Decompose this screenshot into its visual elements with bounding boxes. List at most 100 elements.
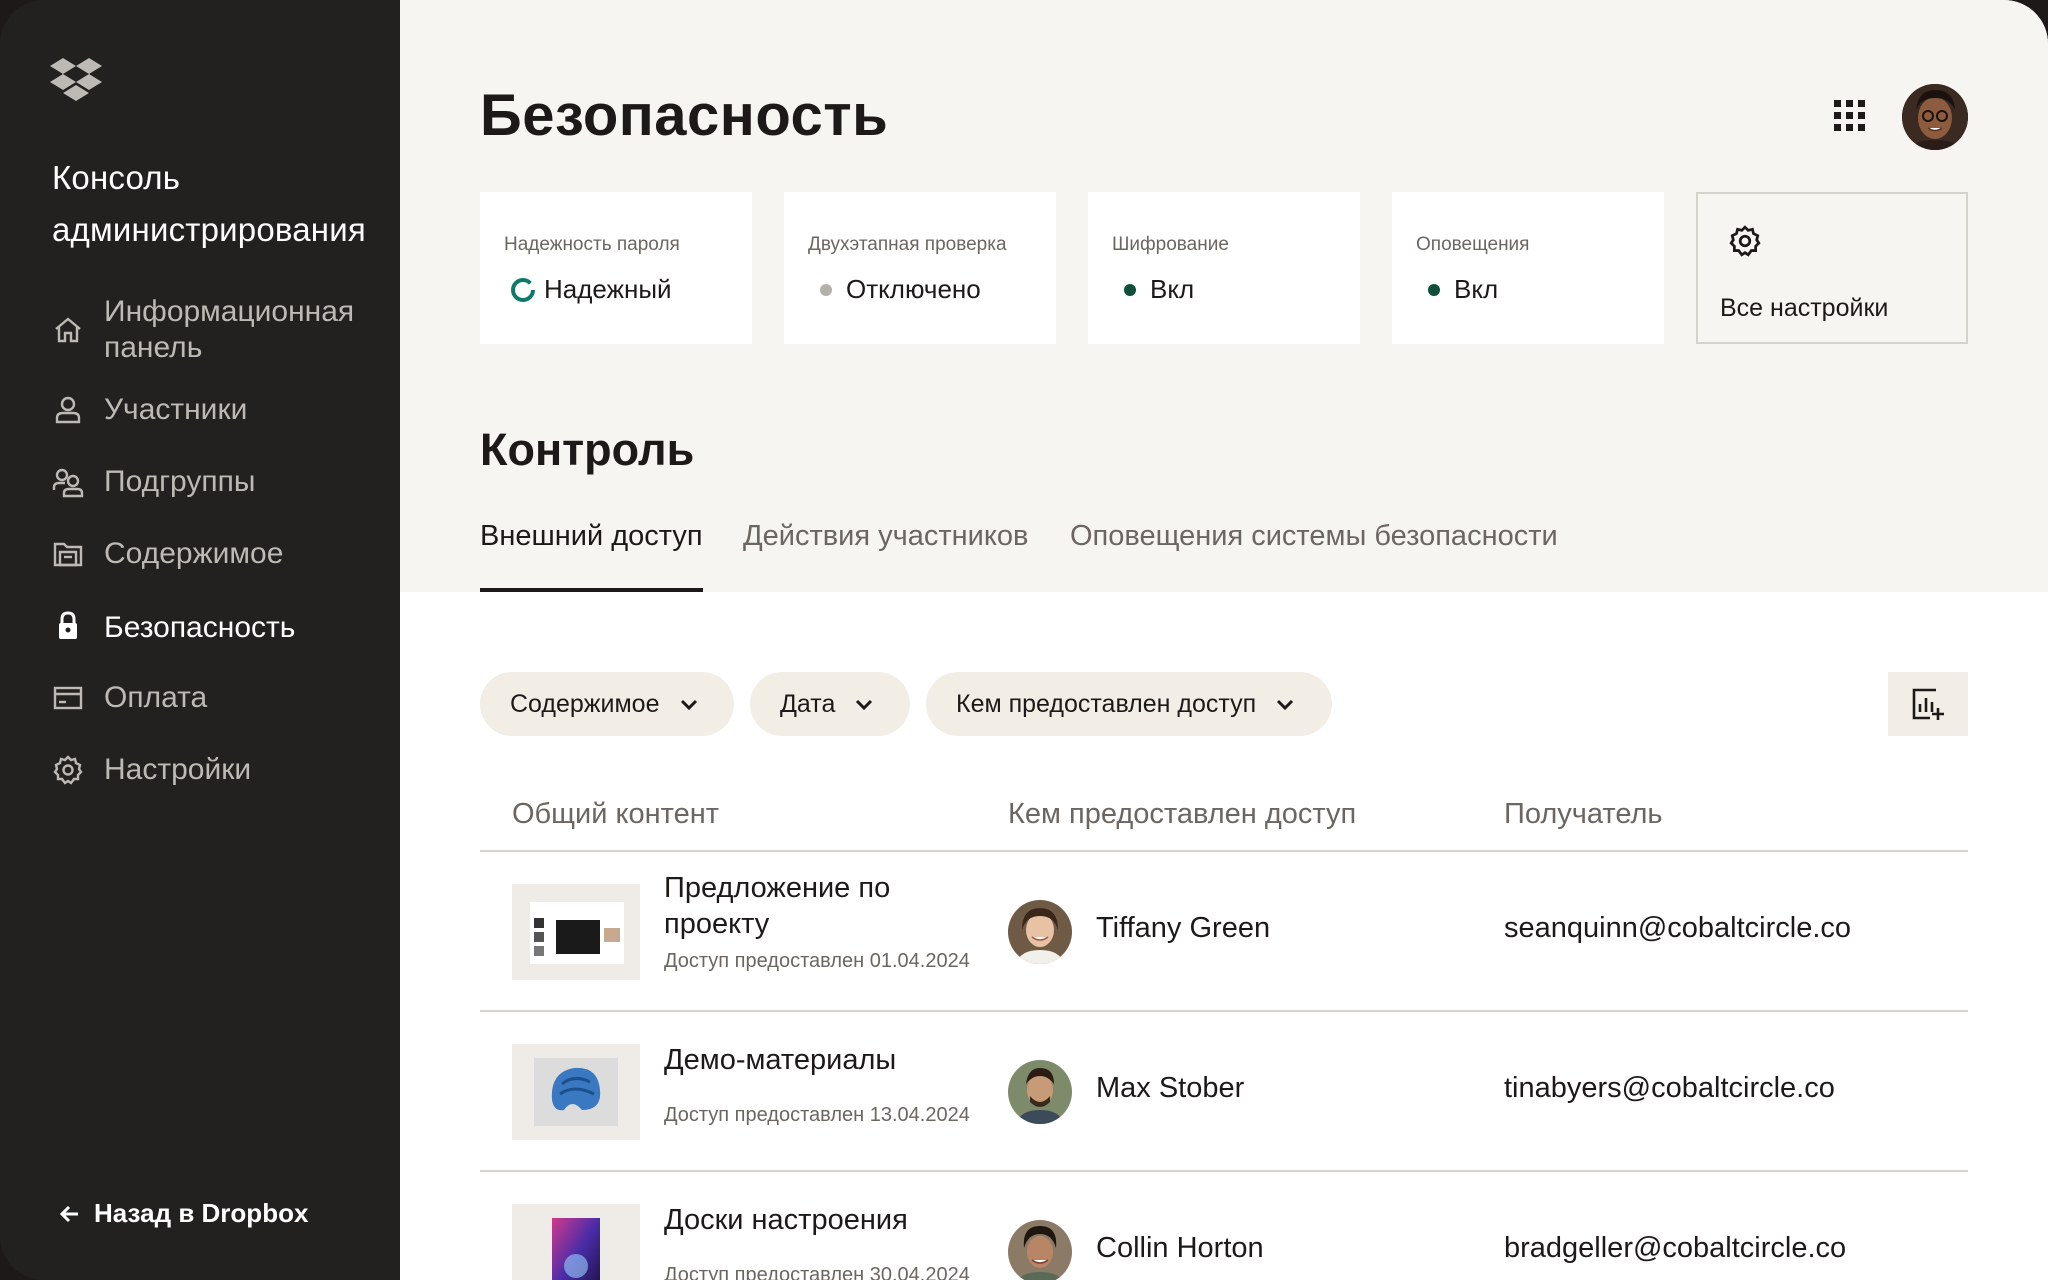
group-icon	[52, 468, 84, 498]
sidebar-item-label: Оплата	[104, 681, 208, 714]
sidebar-item-groups[interactable]: Подгруппы	[0, 462, 400, 502]
page-title: Безопасность	[480, 83, 889, 148]
sharer-avatar	[1008, 1060, 1072, 1124]
home-icon	[55, 317, 81, 343]
password-strength-card: Надежность пароля Надежный	[480, 192, 752, 344]
sidebar-item-label: Подгруппы	[104, 465, 256, 498]
shared-date: Доступ предоставлен 01.04.2024	[664, 950, 970, 972]
moodboard-thumbnail-icon	[512, 1204, 640, 1280]
card-value: Вкл	[1112, 274, 1194, 305]
encryption-card: Шифрование Вкл	[1088, 192, 1360, 344]
sidebar-item-settings[interactable]: Настройки	[0, 750, 400, 790]
column-header-recipient[interactable]: Получатель	[1504, 798, 1663, 831]
shared-date: Доступ предоставлен 13.04.2024	[664, 1104, 970, 1126]
avatar-face-icon	[1008, 1220, 1072, 1280]
chevron-down-icon	[1277, 699, 1294, 711]
filter-label: Кем предоставлен доступ	[956, 689, 1257, 718]
header-area: Безопасность Надежность пароля Надежный …	[400, 0, 2048, 592]
table-row[interactable]: Демо-материалы Доступ предоставлен 13.04…	[480, 1012, 1968, 1172]
sidebar-item-label: Безопасность	[104, 611, 296, 644]
gear-icon	[1729, 225, 1761, 257]
apps-grid-icon[interactable]	[1830, 96, 1870, 136]
sharer-name: Tiffany Green	[1096, 912, 1271, 944]
chevron-down-icon	[680, 699, 697, 711]
tab-external-access[interactable]: Внешний доступ	[480, 520, 703, 592]
lock-icon	[59, 611, 77, 639]
status-dot-icon	[820, 283, 832, 296]
card-label: Двухэтапная проверка	[808, 234, 1007, 255]
encryption-value: Вкл	[1150, 274, 1195, 304]
recipient-email: bradgeller@cobaltcircle.co	[1504, 1232, 1847, 1264]
console-title: Консоль администрирования	[52, 159, 366, 248]
sharer-avatar	[1008, 900, 1072, 964]
filter-shared-by-dropdown[interactable]: Кем предоставлен доступ	[926, 672, 1332, 736]
sharer-avatar	[1008, 1220, 1072, 1280]
file-thumbnail	[512, 1204, 640, 1280]
sidebar-item-billing[interactable]: Оплата	[0, 678, 400, 718]
shared-date: Доступ предоставлен 30.04.2024	[664, 1264, 970, 1280]
status-dot-icon	[1124, 283, 1136, 296]
card-label: Шифрование	[1112, 234, 1229, 255]
file-name[interactable]: Доски настроения	[664, 1202, 994, 1238]
gear-icon	[53, 755, 83, 785]
card-label: Надежность пароля	[504, 234, 680, 255]
avatar-face-icon	[1008, 1060, 1072, 1124]
card-label: Оповещения	[1416, 234, 1530, 255]
avatar-face-icon	[1008, 900, 1072, 964]
3d-shape-thumbnail-icon	[512, 1044, 640, 1140]
sidebar-item-label: Участники	[104, 393, 248, 426]
sharer-name: Max Stober	[1096, 1072, 1245, 1104]
table-row[interactable]: Доски настроения Доступ предоставлен 30.…	[480, 1172, 1968, 1280]
two-step-value: Отключено	[846, 274, 981, 304]
sharer-name: Collin Horton	[1096, 1232, 1264, 1264]
sidebar-item-label: Информационная панель	[104, 295, 355, 364]
file-name[interactable]: Предложение по проекту	[664, 870, 994, 942]
alerts-card: Оповещения Вкл	[1392, 192, 1664, 344]
column-header-shared-by[interactable]: Кем предоставлен доступ	[1008, 798, 1356, 831]
sidebar-item-label: Настройки	[104, 753, 252, 786]
tab-member-actions[interactable]: Действия участников	[743, 520, 1028, 592]
dropbox-logo-icon[interactable]	[50, 56, 102, 102]
recipient-email: seanquinn@cobaltcircle.co	[1504, 912, 1852, 944]
strength-ring-icon	[511, 277, 535, 302]
billing-icon	[53, 686, 83, 710]
arrow-left-icon	[59, 1205, 78, 1222]
back-label: Назад в Dropbox	[94, 1198, 309, 1228]
person-icon	[55, 396, 81, 424]
all-settings-label: Все настройки	[1720, 294, 1889, 322]
card-value: Вкл	[1416, 274, 1498, 305]
sidebar-item-dashboard[interactable]: Информационная панель	[0, 290, 400, 372]
sidebar-item-members[interactable]: Участники	[0, 390, 400, 430]
filter-content-dropdown[interactable]: Содержимое	[480, 672, 734, 736]
recipient-email: tinabyers@cobaltcircle.co	[1504, 1072, 1835, 1104]
table-row[interactable]: Предложение по проекту Доступ предоставл…	[480, 852, 1968, 1012]
card-value: Надежный	[504, 274, 672, 305]
export-report-button[interactable]	[1888, 672, 1968, 736]
filter-date-dropdown[interactable]: Дата	[750, 672, 910, 736]
alerts-value: Вкл	[1454, 274, 1499, 304]
main-content: Безопасность Надежность пароля Надежный …	[400, 0, 2048, 1280]
back-to-dropbox-link[interactable]: Назад в Dropbox	[58, 1198, 308, 1229]
folder-icon	[53, 542, 83, 567]
control-tabs: Внешний доступ Действия участников Опове…	[480, 520, 1968, 592]
profile-avatar[interactable]	[1902, 84, 1968, 150]
file-name[interactable]: Демо-материалы	[664, 1042, 994, 1078]
tab-security-alerts[interactable]: Оповещения системы безопасности	[1070, 520, 1558, 592]
sidebar: Консоль администрирования Информационная…	[0, 0, 400, 1280]
file-thumbnail	[512, 884, 640, 980]
password-strength-value: Надежный	[544, 274, 672, 304]
status-dot-icon	[1428, 283, 1440, 296]
sidebar-item-content[interactable]: Содержимое	[0, 534, 400, 574]
two-step-card: Двухэтапная проверка Отключено	[784, 192, 1056, 344]
all-settings-button[interactable]: Все настройки	[1696, 192, 1968, 344]
chevron-down-icon	[856, 699, 873, 711]
presentation-thumbnail-icon	[512, 884, 640, 980]
sidebar-item-security[interactable]: Безопасность	[0, 608, 400, 648]
filter-label: Содержимое	[510, 689, 660, 718]
chart-add-icon	[1912, 688, 1944, 720]
column-header-shared-content[interactable]: Общий контент	[512, 798, 719, 831]
filter-label: Дата	[780, 689, 836, 718]
card-value: Отключено	[808, 274, 981, 305]
file-thumbnail	[512, 1044, 640, 1140]
avatar-face-icon	[1902, 84, 1968, 150]
